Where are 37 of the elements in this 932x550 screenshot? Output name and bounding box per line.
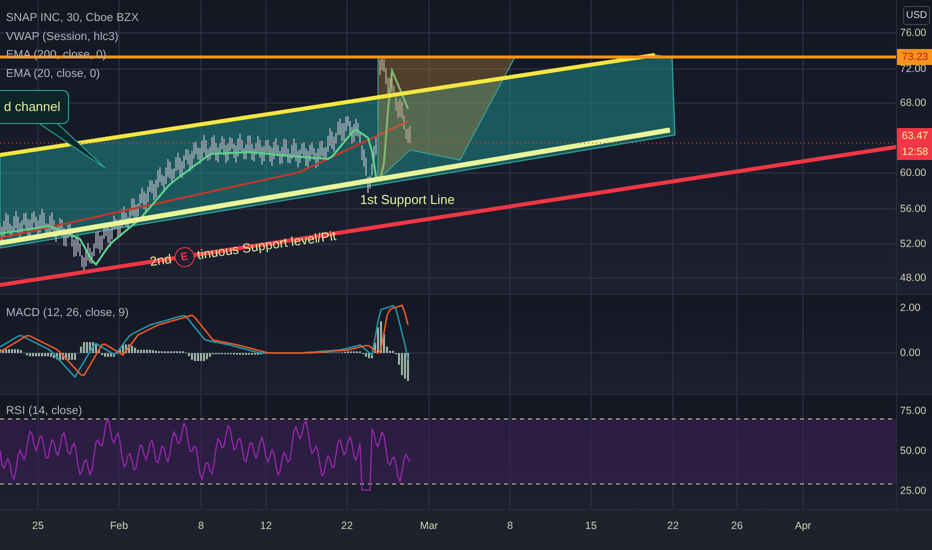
axis-label: Mar	[420, 519, 438, 534]
axis-label: 25	[32, 519, 44, 534]
axis-label: 52.00	[900, 238, 926, 250]
annotation-text: tinuous Support level/Pit	[196, 227, 338, 265]
axis-label: 48.00	[900, 272, 926, 284]
indicator-label: MACD (12, 26, close, 9)	[6, 306, 129, 320]
axis-label: Apr	[794, 519, 812, 534]
legend-text: EMA (20, close, 0)	[6, 66, 100, 80]
axis-label: 22	[667, 519, 679, 534]
axis-label: 22	[341, 519, 353, 534]
axis-label: 15	[585, 519, 597, 534]
axis-label: 25.00	[900, 485, 926, 497]
axis-label: 68.00	[900, 97, 926, 109]
indicator-label: RSI (14, close)	[6, 404, 82, 418]
legend-text: SNAP INC, 30, Cboe BZX	[6, 11, 139, 25]
currency-button[interactable]: USD	[903, 6, 930, 25]
axis-label: 2.00	[900, 302, 920, 314]
callout-pointer	[40, 124, 106, 168]
callout-label: d channel	[0, 90, 70, 124]
legend-text: VWAP (Session, hlc3)	[6, 30, 118, 44]
axis-label: 72.00	[900, 63, 926, 75]
axis-label: 8	[198, 519, 204, 534]
axis-label: 50.00	[900, 445, 926, 457]
axis-label: 75.00	[900, 405, 926, 417]
axis-label: Feb	[110, 519, 128, 534]
axis-label: 0.00	[900, 347, 920, 359]
axis-label: 56.00	[900, 203, 926, 215]
annotation-text: 2nd	[148, 250, 173, 272]
annotation-text: 1st Support Line	[360, 191, 455, 209]
event-marker[interactable]: E	[173, 246, 196, 268]
axis-label: 76.00	[900, 27, 926, 39]
axis-label: 12	[260, 519, 272, 534]
price-tag: 63.47 12:58	[897, 128, 932, 160]
axis-label: 60.00	[900, 167, 926, 179]
axis-label: 8	[507, 519, 513, 534]
price-tag: 73.23	[897, 49, 932, 65]
axis-label: 26	[731, 519, 743, 534]
